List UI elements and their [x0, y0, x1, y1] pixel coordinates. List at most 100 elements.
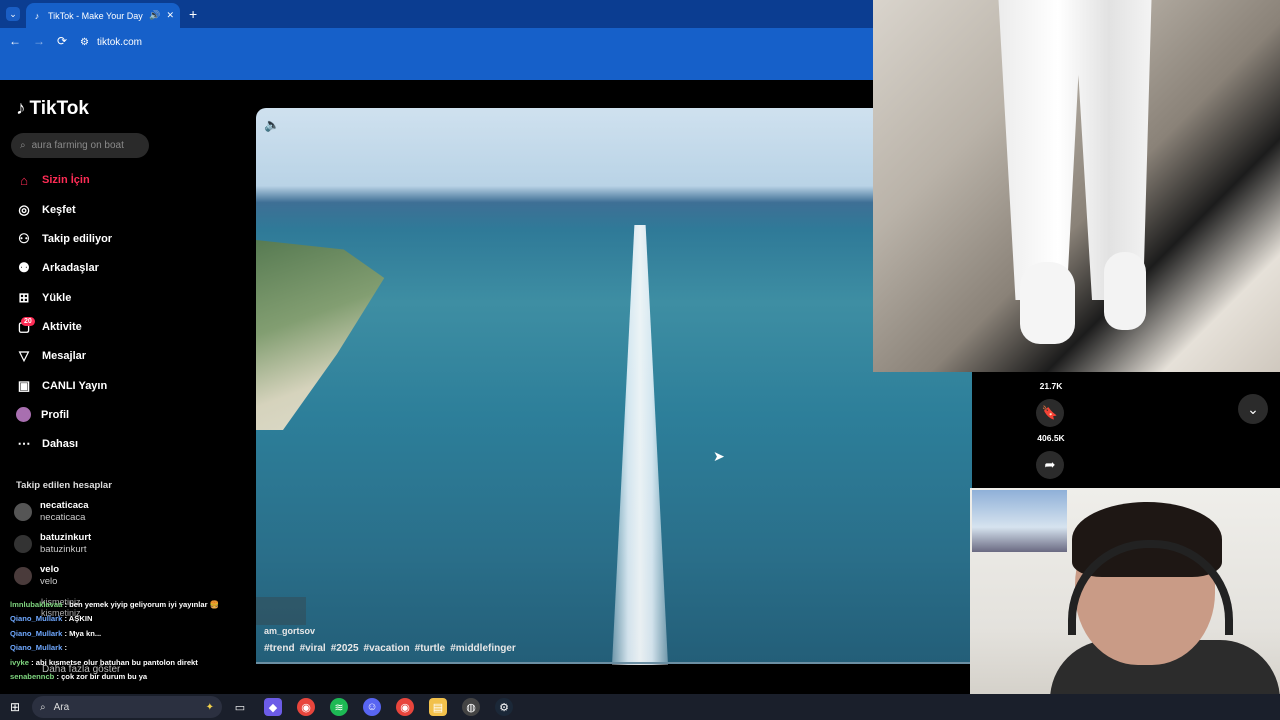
nav-item-live[interactable]: ▣ CANLI Yayın — [16, 378, 107, 394]
task-view-icon[interactable]: ▭ — [231, 698, 249, 716]
chat-line: senabenncb : çok zor bir durum bu ya — [10, 670, 255, 684]
stream-chat: lmnlubaklavaa : ben yemek yiyip geliyoru… — [10, 598, 255, 684]
nav-label: Yükle — [42, 292, 72, 304]
video-progress-bar[interactable] — [256, 662, 972, 664]
share-icon: ➦ — [1044, 457, 1056, 472]
following-account[interactable]: batuzinkurt batuzinkurt — [14, 532, 91, 556]
chrome-icon[interactable]: ◉ — [297, 698, 315, 716]
compass-icon: ◎ — [18, 202, 30, 217]
tab-menu-icon[interactable]: ⌄ — [6, 7, 20, 21]
tiktok-logo[interactable]: ♪ TikTok — [16, 98, 89, 120]
tiktok-logo-icon: ♪ — [16, 98, 26, 119]
search-icon: ⌕ — [20, 140, 26, 151]
chat-line: ivyke : abi kısmetse olur batuhan bu pan… — [10, 656, 255, 670]
steam-icon[interactable]: ⚙ — [495, 698, 513, 716]
chat-user: ivyke — [10, 657, 30, 667]
nav-label: Keşfet — [42, 204, 76, 216]
profile-icon — [16, 407, 31, 422]
avatar — [14, 503, 32, 521]
volume-icon[interactable]: 🔈 — [264, 117, 280, 133]
bookmark-button[interactable]: 🔖 — [1036, 399, 1064, 427]
bookmark-icon: 🔖 — [1041, 405, 1059, 420]
nav-item-upload[interactable]: ⊞ Yükle — [16, 290, 72, 306]
chevron-down-icon: ⌄ — [1247, 400, 1259, 417]
chat-message: : çok zor bir durum bu ya — [56, 672, 148, 682]
chat-user: lmnlubaklavaa — [10, 600, 63, 609]
account-name: necaticaca — [40, 500, 89, 511]
hashtag[interactable]: #turtle — [415, 643, 446, 654]
following-account[interactable]: velo velo — [14, 564, 59, 588]
next-video-button[interactable]: ⌄ — [1238, 394, 1268, 424]
chat-user: Qiano_Mullark — [10, 614, 63, 624]
speaker-icon[interactable]: 🔊 — [149, 10, 160, 21]
site-info-icon[interactable]: ⚙ — [80, 37, 89, 48]
more-icon: ⋯ — [17, 436, 31, 451]
back-icon[interactable]: ← — [9, 34, 21, 48]
app-name: TikTok — [29, 98, 89, 119]
chat-message: : Mya kn... — [64, 628, 102, 638]
hashtag[interactable]: #middlefinger — [450, 643, 516, 654]
nav-item-profile[interactable]: Profil — [16, 407, 69, 422]
nav-label: Profil — [41, 408, 70, 421]
save-count: 406.5K — [1037, 433, 1065, 443]
windows-start-icon[interactable]: ⊞ — [10, 700, 20, 714]
tiktok-favicon-icon: ♪ — [34, 10, 40, 21]
nav-label: Sizin İçin — [42, 174, 90, 186]
taskbar-search[interactable]: ⌕ Ara ✦ — [32, 696, 222, 718]
browser-tab[interactable]: ♪ TikTok - Make Your Day 🔊 ✕ — [26, 3, 180, 28]
address-bar[interactable]: ⚙ tiktok.com — [80, 32, 870, 52]
nav-label: Takip ediliyor — [42, 233, 113, 245]
avatar — [14, 567, 32, 585]
send-icon: ▽ — [19, 348, 29, 363]
nav-item-more[interactable]: ⋯ Dahası — [16, 436, 79, 452]
white-shoe — [1104, 252, 1146, 330]
nav-item-explore[interactable]: ◎ Keşfet — [16, 202, 76, 218]
video-player[interactable] — [256, 108, 972, 664]
friends-icon: ⚉ — [18, 260, 30, 275]
hashtag[interactable]: #2025 — [331, 643, 359, 654]
following-icon: ⚇ — [18, 231, 30, 246]
plus-icon[interactable]: + — [189, 6, 197, 22]
nav-label: Mesajlar — [42, 350, 87, 362]
chat-message: : ben yemek yiyip geliyorum iyi yayınlar… — [64, 600, 220, 609]
chat-line: Qiano_Mullark : Mya kn... — [10, 627, 255, 641]
hashtag[interactable]: #trend — [264, 643, 295, 654]
avatar — [14, 535, 32, 553]
nav-label: Dahası — [42, 438, 79, 450]
close-icon[interactable]: ✕ — [166, 10, 174, 21]
spotify-icon[interactable]: ≋ — [330, 698, 348, 716]
activity-badge: 20 — [21, 317, 35, 326]
copilot-icon[interactable]: ◆ — [264, 698, 282, 716]
hashtag[interactable]: #vacation — [364, 643, 410, 654]
upload-icon: ⊞ — [18, 290, 30, 305]
sparkle-icon: ✦ — [205, 701, 214, 713]
search-input[interactable]: ⌕ aura farming on boat — [11, 133, 149, 158]
nav-item-following[interactable]: ⚇ Takip ediliyor — [16, 231, 112, 247]
chat-user: Qiano_Mullark — [10, 628, 63, 638]
chat-line: Qiano_Mullark : AŞKIN — [10, 612, 255, 626]
account-name: velo — [40, 564, 60, 575]
following-account[interactable]: necaticaca necaticaca — [14, 500, 89, 524]
live-icon: ▣ — [17, 378, 31, 393]
following-heading: Takip edilen hesaplar — [16, 480, 112, 491]
nav-item-for-you[interactable]: ⌂ Sizin İçin — [16, 172, 90, 188]
file-explorer-icon[interactable]: ▤ — [429, 698, 447, 716]
nav-item-messages[interactable]: ▽ Mesajlar — [16, 348, 86, 364]
obs-icon[interactable]: ◍ — [462, 698, 480, 716]
hashtag[interactable]: #viral — [300, 643, 326, 654]
chat-user: Qiano_Mullark — [10, 643, 63, 653]
home-icon: ⌂ — [20, 172, 28, 188]
reload-icon[interactable]: ⟳ — [57, 34, 67, 48]
share-button[interactable]: ➦ — [1036, 451, 1064, 479]
chat-message: : AŞKIN — [64, 614, 93, 624]
discord-icon[interactable]: ☺ — [363, 698, 381, 716]
chat-message: : — [64, 643, 67, 653]
account-handle: batuzinkurt — [40, 544, 87, 555]
taskbar-search-label: Ara — [53, 701, 70, 713]
forward-icon[interactable]: → — [33, 34, 45, 48]
chrome-active-icon[interactable]: ◉ — [396, 698, 414, 716]
video-author[interactable]: am_gortsov — [264, 626, 315, 636]
nav-item-friends[interactable]: ⚉ Arkadaşlar — [16, 260, 99, 276]
video-hashtags: #trend #viral #2025 #vacation #turtle #m… — [264, 643, 516, 654]
chat-line: Qiano_Mullark : — [10, 641, 255, 655]
